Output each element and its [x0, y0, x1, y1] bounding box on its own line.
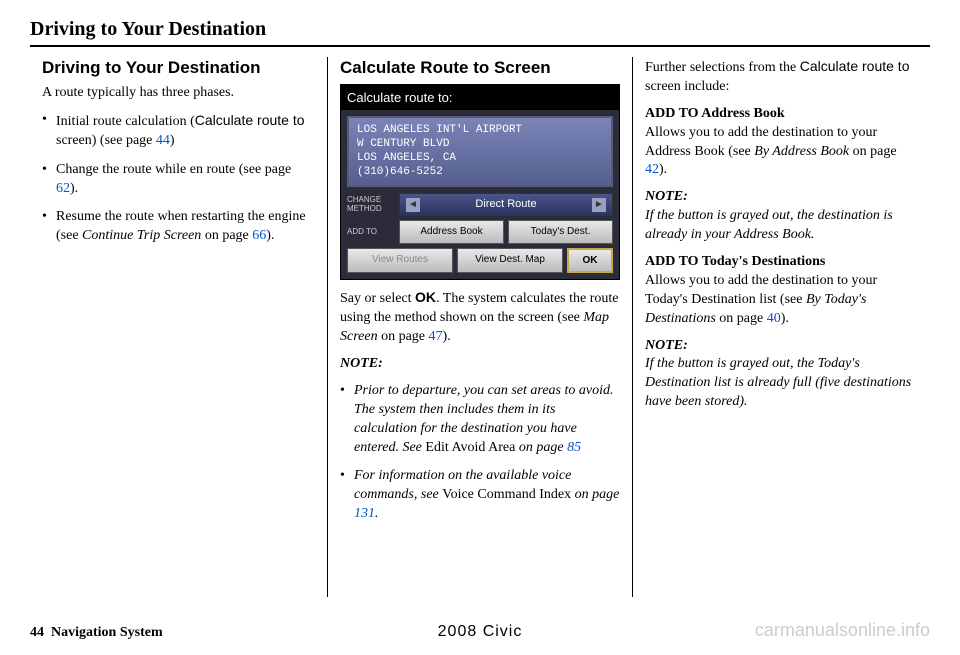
page-link[interactable]: 42	[645, 162, 659, 177]
text: ).	[266, 228, 274, 243]
columns: Driving to Your Destination A route typi…	[30, 57, 930, 597]
nav-screenshot: Calculate route to: LOS ANGELES INT'L AI…	[340, 84, 620, 280]
col3-p1: Further selections from the Calculate ro…	[645, 57, 918, 97]
text: Say or select	[340, 291, 415, 306]
arrow-right-icon[interactable]: ►	[592, 198, 606, 212]
note-label: NOTE:	[340, 355, 620, 374]
text: ).	[70, 181, 78, 196]
page-link[interactable]: 85	[567, 440, 581, 455]
col3-h1: ADD TO Address Book	[645, 105, 918, 124]
dest-line: (310)646-5252	[357, 166, 603, 180]
ui-term: Calculate route to	[800, 58, 910, 74]
ui-term: Calculate route to	[195, 112, 305, 128]
footer-center: 2008 Civic	[438, 623, 523, 641]
col3-note1: If the button is grayed out, the destina…	[645, 207, 918, 245]
col1-item-2: Change the route while en route (see pag…	[42, 161, 315, 199]
col2-notes: Prior to departure, you can set areas to…	[340, 382, 620, 524]
text: on page	[571, 487, 619, 502]
scr-method-row: CHANGE METHOD ◄ Direct Route ►	[347, 193, 613, 216]
text: on page	[716, 311, 767, 326]
col1-item-1: Initial route calculation (Calculate rou…	[42, 111, 315, 151]
col-1: Driving to Your Destination A route typi…	[30, 57, 327, 597]
screen-name: By Address Book	[754, 144, 849, 159]
col1-list: Initial route calculation (Calculate rou…	[42, 111, 315, 246]
screen-name: Continue Trip Screen	[82, 228, 201, 243]
text: screen) (see page	[56, 133, 156, 148]
col1-item-3: Resume the route when restarting the eng…	[42, 208, 315, 246]
page-number: 44	[30, 625, 44, 640]
ui-term: Edit Avoid Area	[425, 440, 515, 455]
label-line: METHOD	[347, 205, 395, 214]
text: .	[375, 506, 379, 521]
page-link[interactable]: 62	[56, 181, 70, 196]
col2-note-2: For information on the available voice c…	[340, 467, 620, 524]
scr-addto-row: ADD TO Address Book Today's Dest.	[347, 220, 613, 244]
note-label: NOTE:	[645, 337, 918, 356]
ui-term: Voice Command Index	[442, 487, 571, 502]
text: Further selections from the	[645, 60, 800, 75]
footer: 44 Navigation System 2008 Civic carmanua…	[30, 620, 930, 641]
text: ).	[659, 162, 667, 177]
col2-p1: Say or select OK. The system calculates …	[340, 288, 620, 347]
page-link[interactable]: 131	[354, 506, 375, 521]
arrow-left-icon[interactable]: ◄	[406, 198, 420, 212]
section-name: Navigation System	[51, 625, 163, 640]
page-link[interactable]: 47	[429, 329, 443, 344]
col2-note-1: Prior to departure, you can set areas to…	[340, 382, 620, 458]
page-link[interactable]: 66	[252, 228, 266, 243]
page-link[interactable]: 40	[767, 311, 781, 326]
label-line: ADD TO	[347, 228, 395, 237]
watermark: carmanualsonline.info	[755, 620, 930, 641]
text: Initial route calculation (	[56, 114, 195, 129]
ok-button[interactable]: OK	[567, 248, 613, 274]
col1-title: Driving to Your Destination	[42, 57, 315, 80]
text: on page	[515, 440, 567, 455]
col3-h2: ADD TO Today's Destinations	[645, 253, 918, 272]
todays-dest-button[interactable]: Today's Dest.	[508, 220, 613, 244]
ui-term: OK	[415, 289, 436, 305]
text: ).	[443, 329, 451, 344]
method-value: Direct Route	[475, 197, 536, 212]
col3-p3: Allows you to add the destination to you…	[645, 272, 918, 329]
scr-destination: LOS ANGELES INT'L AIRPORT W CENTURY BLVD…	[347, 116, 613, 187]
page-header: Driving to Your Destination	[30, 18, 930, 47]
text: ).	[781, 311, 789, 326]
view-dest-map-button[interactable]: View Dest. Map	[457, 248, 563, 274]
col3-note2: If the button is grayed out, the Today's…	[645, 355, 918, 412]
text: screen include:	[645, 79, 729, 94]
page-link[interactable]: 44	[156, 133, 170, 148]
col3-p2: Allows you to add the destination to you…	[645, 124, 918, 181]
address-book-button[interactable]: Address Book	[399, 220, 504, 244]
change-method-label: CHANGE METHOD	[347, 193, 395, 216]
dest-line: LOS ANGELES INT'L AIRPORT	[357, 124, 603, 138]
addto-label: ADD TO	[347, 220, 395, 244]
scr-title: Calculate route to:	[341, 85, 619, 111]
text: on page	[849, 144, 896, 159]
scr-bottom-row: View Routes View Dest. Map OK	[347, 248, 613, 274]
method-selector[interactable]: ◄ Direct Route ►	[399, 193, 613, 216]
view-routes-button[interactable]: View Routes	[347, 248, 453, 274]
dest-line: LOS ANGELES, CA	[357, 152, 603, 166]
col1-intro: A route typically has three phases.	[42, 84, 315, 103]
text: on page	[378, 329, 429, 344]
col-3: Further selections from the Calculate ro…	[632, 57, 930, 597]
col-2: Calculate Route to Screen Calculate rout…	[327, 57, 632, 597]
text: on page	[201, 228, 252, 243]
dest-line: W CENTURY BLVD	[357, 138, 603, 152]
col2-title: Calculate Route to Screen	[340, 57, 620, 80]
text: )	[170, 133, 175, 148]
footer-left: 44 Navigation System	[30, 625, 163, 641]
text: Change the route while en route (see pag…	[56, 162, 291, 177]
note-label: NOTE:	[645, 188, 918, 207]
